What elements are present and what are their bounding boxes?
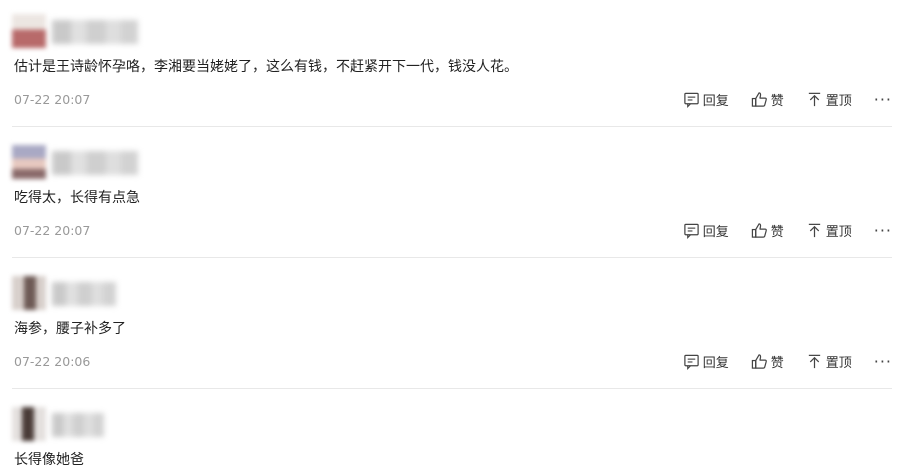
username-blurred[interactable] [52,413,104,437]
comment-text: 估计是王诗龄怀孕咯，李湘要当姥姥了，这么有钱，不赶紧开下一代，钱没人花。 [14,59,518,75]
pin-button[interactable]: 置顶 [806,90,852,109]
divider [12,126,892,127]
reply-label: 回复 [702,356,729,371]
comment-actions: 回复 赞 置顶 ··· [661,221,892,240]
divider [12,257,892,258]
comment-text: 长得像她爸 [14,452,84,468]
reply-icon [683,223,699,239]
username-blurred[interactable] [52,151,138,175]
reply-label: 回复 [702,94,729,109]
pin-to-top-icon [808,92,820,107]
avatar[interactable] [12,14,46,48]
more-icon[interactable]: ··· [874,352,892,371]
like-button[interactable]: 赞 [751,352,784,371]
avatar[interactable] [12,276,46,310]
pin-button[interactable]: 置顶 [806,221,852,240]
comment-text: 吃得太，长得有点急 [14,190,140,206]
like-label: 赞 [770,356,784,371]
comment-list: 估计是王诗龄怀孕咯，李湘要当姥姥了，这么有钱，不赶紧开下一代，钱没人花。 07-… [0,0,900,470]
comment-text: 海参，腰子补多了 [14,321,126,337]
username-blurred[interactable] [52,20,138,44]
comment-actions: 回复 赞 置顶 ··· [661,352,892,371]
comment-time: 07-22 20:07 [14,223,91,238]
reply-button[interactable]: 回复 [683,352,729,371]
reply-button[interactable]: 回复 [683,90,729,109]
reply-label: 回复 [702,225,729,240]
like-label: 赞 [770,225,784,240]
pin-label: 置顶 [825,225,852,240]
pin-to-top-icon [808,223,820,238]
thumbs-up-icon [751,354,767,369]
pin-to-top-icon [808,354,820,369]
thumbs-up-icon [751,92,767,107]
pin-label: 置顶 [825,356,852,371]
username-blurred[interactable] [52,282,116,306]
avatar[interactable] [12,407,46,441]
like-button[interactable]: 赞 [751,221,784,240]
more-icon[interactable]: ··· [874,221,892,240]
divider [12,388,892,389]
avatar[interactable] [12,145,46,179]
comment-time: 07-22 20:07 [14,92,91,107]
like-button[interactable]: 赞 [751,90,784,109]
pin-label: 置顶 [825,94,852,109]
comment-time: 07-22 20:06 [14,354,91,369]
reply-icon [683,92,699,108]
pin-button[interactable]: 置顶 [806,352,852,371]
reply-button[interactable]: 回复 [683,221,729,240]
more-icon[interactable]: ··· [874,90,892,109]
comment-actions: 回复 赞 置顶 ··· [661,90,892,109]
thumbs-up-icon [751,223,767,238]
reply-icon [683,354,699,370]
like-label: 赞 [770,94,784,109]
